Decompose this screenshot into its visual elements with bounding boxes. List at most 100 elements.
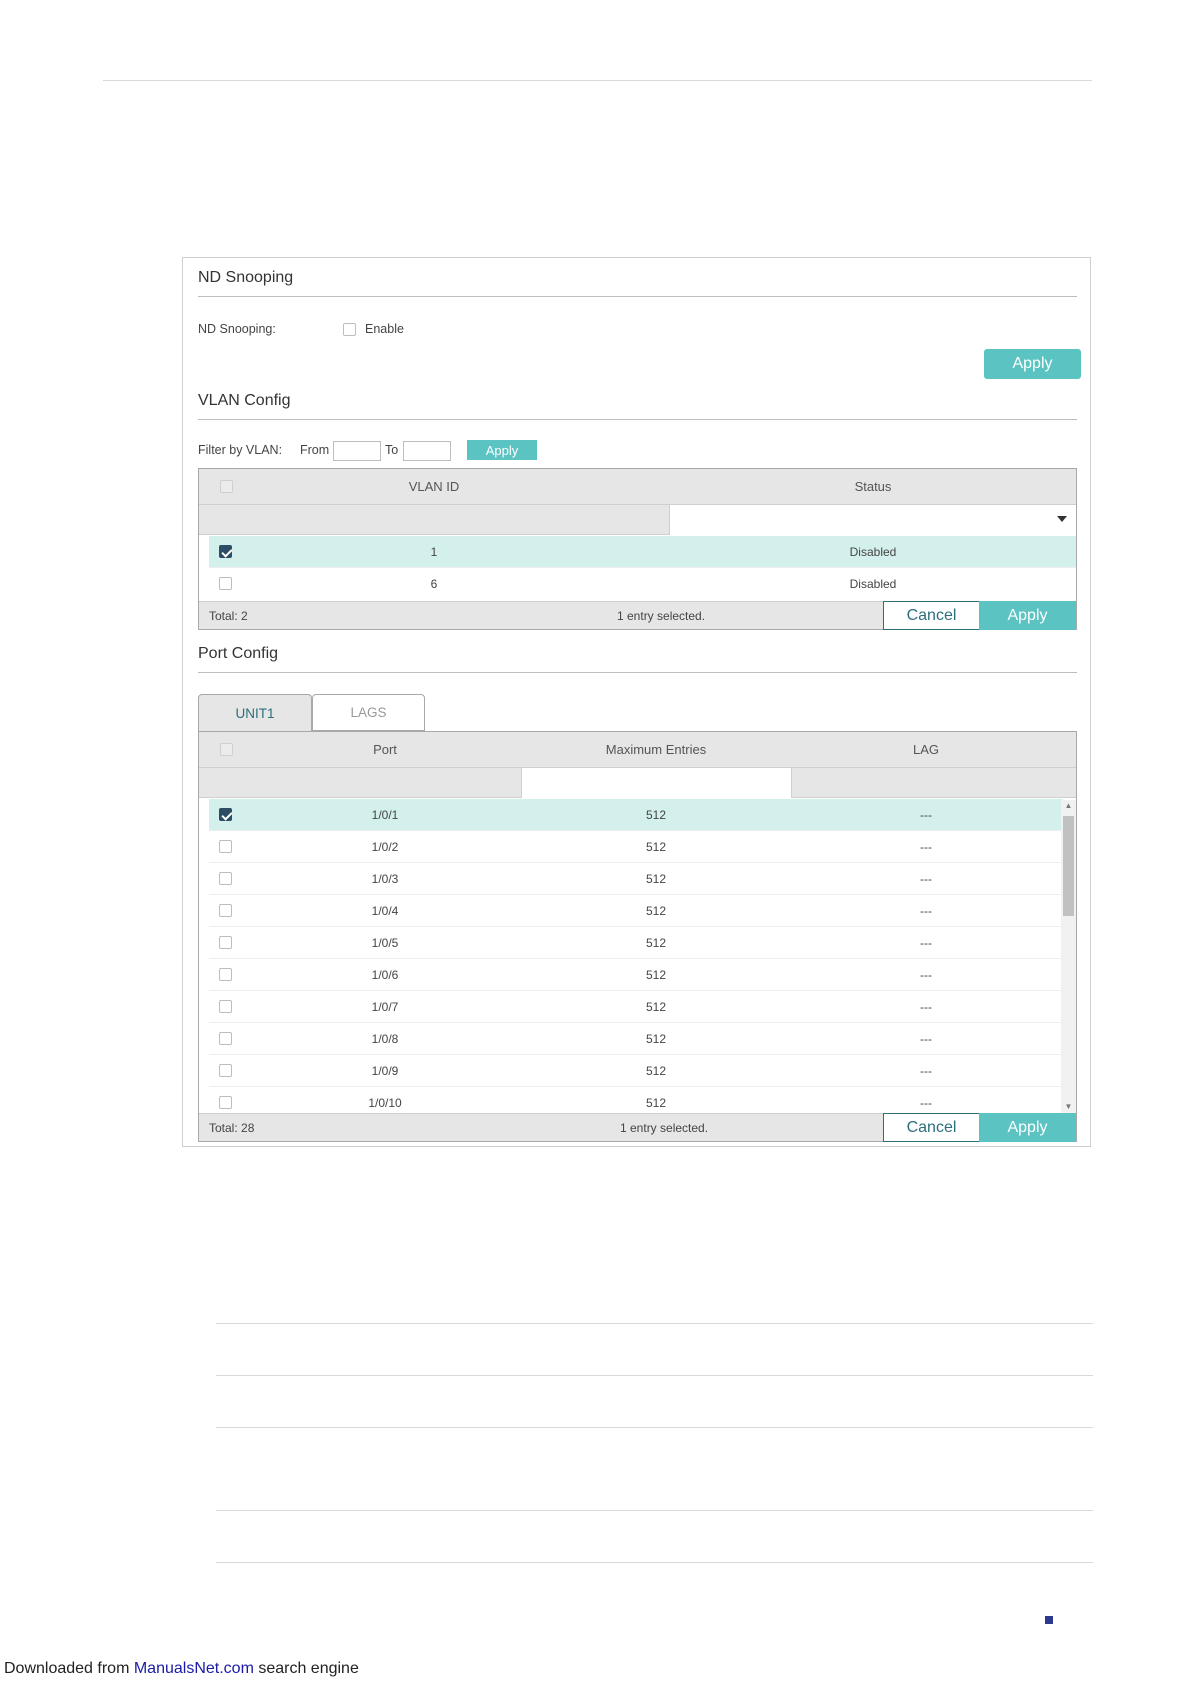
row-checkbox[interactable] <box>219 545 232 558</box>
vlan-cancel-button[interactable]: Cancel <box>883 601 980 630</box>
port-cell: 1/0/9 <box>371 1064 399 1078</box>
vlan-filter-from-label: From <box>300 443 330 457</box>
vlan-config-divider <box>198 419 1077 420</box>
download-footer: Downloaded from ManualsNet.com search en… <box>4 1660 359 1678</box>
vlan-filter-to-label: To <box>385 443 399 457</box>
port-table-header: Port Maximum Entries LAG <box>199 732 1076 768</box>
lag-cell: --- <box>920 808 932 822</box>
table-row[interactable]: 1 Disabled <box>209 536 1076 568</box>
vlan-select-all-checkbox[interactable] <box>220 480 233 493</box>
port-config-divider <box>198 672 1077 673</box>
vlan-filter-label: Filter by VLAN: <box>198 443 283 457</box>
row-checkbox[interactable] <box>219 577 232 590</box>
port-cell: 1/0/4 <box>371 904 399 918</box>
port-select-all-checkbox[interactable] <box>220 743 233 756</box>
tab-lags[interactable]: LAGS <box>312 694 425 731</box>
table-rule <box>216 1562 1093 1563</box>
port-cell: 1/0/5 <box>371 936 399 950</box>
row-checkbox[interactable] <box>219 1096 232 1109</box>
vlan-id-column-header[interactable]: VLAN ID <box>239 469 629 505</box>
row-checkbox[interactable] <box>219 808 232 821</box>
vlan-table-header: VLAN ID Status <box>199 469 1076 505</box>
vlan-table-filter-row <box>199 505 1076 535</box>
status-cell: Disabled <box>849 577 897 591</box>
lag-cell: --- <box>920 936 932 950</box>
table-row[interactable]: 1/0/9 512 --- <box>209 1055 1063 1087</box>
maximum-entries-filter-input[interactable] <box>521 768 792 798</box>
port-table-scrollbar[interactable]: ▲ ▼ <box>1061 800 1076 1113</box>
lag-cell: --- <box>920 840 932 854</box>
table-row[interactable]: 1/0/4 512 --- <box>209 895 1063 927</box>
port-cell: 1/0/3 <box>371 872 399 886</box>
table-row[interactable]: 1/0/3 512 --- <box>209 863 1063 895</box>
port-table-footer: Total: 28 1 entry selected. Cancel Apply <box>199 1113 1076 1142</box>
row-checkbox[interactable] <box>219 840 232 853</box>
lag-cell: --- <box>920 1032 932 1046</box>
port-column-header[interactable]: Port <box>239 732 531 768</box>
table-row[interactable]: 1/0/5 512 --- <box>209 927 1063 959</box>
status-filter-select[interactable] <box>669 505 1076 535</box>
max-entries-cell: 512 <box>645 936 667 950</box>
table-row[interactable]: 1/0/2 512 --- <box>209 831 1063 863</box>
max-entries-cell: 512 <box>645 1032 667 1046</box>
status-cell: Disabled <box>849 545 897 559</box>
top-rule <box>103 80 1092 81</box>
port-cell: 1/0/6 <box>371 968 399 982</box>
port-cell: 1/0/7 <box>371 1000 399 1014</box>
nd-snooping-field-label: ND Snooping: <box>198 322 276 336</box>
port-apply-button[interactable]: Apply <box>979 1113 1076 1142</box>
table-row[interactable]: 1/0/7 512 --- <box>209 991 1063 1023</box>
vlan-id-cell: 6 <box>430 577 438 591</box>
port-cancel-button[interactable]: Cancel <box>883 1113 980 1142</box>
vlan-filter-apply-button[interactable]: Apply <box>467 440 537 460</box>
max-entries-cell: 512 <box>645 904 667 918</box>
table-rule <box>216 1375 1093 1376</box>
nd-snooping-apply-button[interactable]: Apply <box>984 349 1081 379</box>
max-entries-cell: 512 <box>645 808 667 822</box>
scroll-down-icon[interactable]: ▼ <box>1061 1101 1076 1113</box>
table-row[interactable]: 6 Disabled <box>209 568 1076 600</box>
vlan-total-count: Total: 2 <box>209 609 248 623</box>
port-table-filter-row <box>199 768 1076 798</box>
port-cell: 1/0/1 <box>371 808 399 822</box>
nd-snooping-enable-checkbox[interactable] <box>343 323 356 336</box>
max-entries-cell: 512 <box>645 1064 667 1078</box>
lag-cell: --- <box>920 904 932 918</box>
port-total-count: Total: 28 <box>209 1121 255 1135</box>
port-cell: 1/0/2 <box>371 840 399 854</box>
vlan-filter-to-input[interactable] <box>403 441 451 461</box>
scroll-up-icon[interactable]: ▲ <box>1061 800 1076 812</box>
table-row[interactable]: 1/0/10 512 --- <box>209 1087 1063 1115</box>
scrollbar-thumb[interactable] <box>1063 816 1074 916</box>
page-marker <box>1045 1616 1053 1624</box>
table-row[interactable]: 1/0/6 512 --- <box>209 959 1063 991</box>
max-entries-cell: 512 <box>645 872 667 886</box>
max-entries-cell: 512 <box>645 968 667 982</box>
footer-link[interactable]: ManualsNet.com <box>134 1660 254 1677</box>
nd-snooping-title: ND Snooping <box>198 269 294 286</box>
row-checkbox[interactable] <box>219 1032 232 1045</box>
table-row[interactable]: 1/0/8 512 --- <box>209 1023 1063 1055</box>
row-checkbox[interactable] <box>219 1000 232 1013</box>
maximum-entries-column-header[interactable]: Maximum Entries <box>521 732 791 768</box>
row-checkbox[interactable] <box>219 1064 232 1077</box>
status-column-header[interactable]: Status <box>669 469 1077 505</box>
table-row[interactable]: 1/0/1 512 --- <box>209 799 1063 831</box>
port-config-tabs: UNIT1 LAGS <box>198 694 1077 732</box>
row-checkbox[interactable] <box>219 872 232 885</box>
row-checkbox[interactable] <box>219 968 232 981</box>
tab-unit1[interactable]: UNIT1 <box>198 694 312 732</box>
table-rule <box>216 1323 1093 1324</box>
vlan-table-footer: Total: 2 1 entry selected. Cancel Apply <box>199 601 1076 630</box>
vlan-filter-from-input[interactable] <box>333 441 381 461</box>
lag-column-header[interactable]: LAG <box>791 732 1061 768</box>
nd-snooping-divider <box>198 296 1077 297</box>
port-table: Port Maximum Entries LAG 1/0/1 512 --- 1… <box>198 731 1077 1142</box>
vlan-selected-count: 1 entry selected. <box>617 609 706 623</box>
row-checkbox[interactable] <box>219 904 232 917</box>
footer-suffix: search engine <box>253 1660 359 1677</box>
row-checkbox[interactable] <box>219 936 232 949</box>
max-entries-cell: 512 <box>645 1000 667 1014</box>
vlan-id-cell: 1 <box>430 545 438 559</box>
vlan-apply-button[interactable]: Apply <box>979 601 1076 630</box>
